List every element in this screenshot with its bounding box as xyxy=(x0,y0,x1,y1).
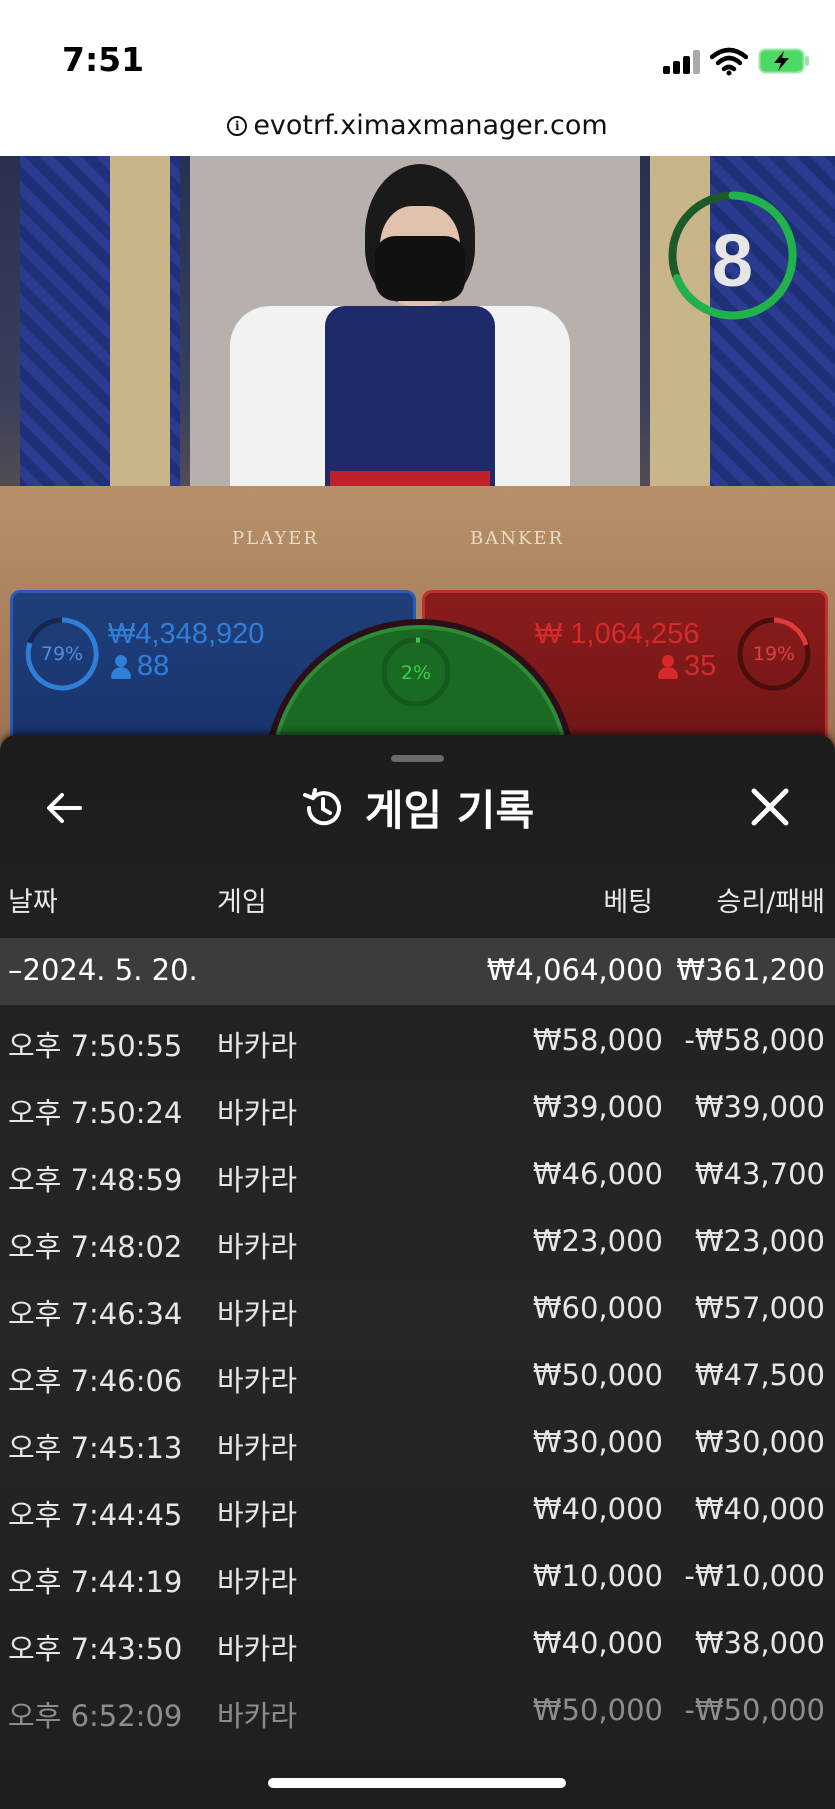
row-game: 바카라 xyxy=(217,1029,298,1063)
url-text: evotrf.ximaxmanager.com xyxy=(253,110,608,141)
row-result: ₩30,000 xyxy=(694,1425,825,1459)
row-result: ₩40,000 xyxy=(694,1492,825,1526)
player-count: 88 xyxy=(111,650,169,683)
column-header-result: 승리/패배 xyxy=(716,887,825,918)
close-icon[interactable] xyxy=(744,781,796,833)
battery-charging-icon xyxy=(758,48,809,74)
status-time: 7:51 xyxy=(62,40,145,79)
row-game: 바카라 xyxy=(217,1565,298,1599)
row-bet: ₩40,000 xyxy=(532,1492,663,1526)
history-row[interactable]: 오후 7:44:19 바카라 ₩10,000 -₩10,000 xyxy=(0,1541,835,1608)
row-time: 오후 7:43:50 xyxy=(8,1632,183,1666)
row-bet: ₩30,000 xyxy=(532,1425,663,1459)
game-history-sheet: 게임 기록 날짜 게임 베팅 승리/패배 –2024. 5. 20. ₩4,06… xyxy=(0,735,835,1809)
row-game: 바카라 xyxy=(217,1163,298,1197)
player-amount: ₩4,348,920 xyxy=(108,618,265,650)
row-result: ₩47,500 xyxy=(694,1358,825,1392)
column-header-bet: 베팅 xyxy=(603,887,653,918)
row-bet: ₩50,000 xyxy=(532,1358,663,1392)
history-icon xyxy=(302,787,341,825)
row-bet: ₩58,000 xyxy=(532,1023,663,1057)
row-bet: ₩39,000 xyxy=(532,1090,663,1124)
url-bar[interactable]: i evotrf.ximaxmanager.com xyxy=(0,100,835,156)
history-row[interactable]: 오후 7:45:13 바카라 ₩30,000 ₩30,000 xyxy=(0,1407,835,1474)
player-percent: 79% xyxy=(40,643,84,665)
column-header-game: 게임 xyxy=(217,887,267,918)
history-row[interactable]: 오후 7:48:02 바카라 ₩23,000 ₩23,000 xyxy=(0,1206,835,1273)
felt-label-banker: BANKER xyxy=(470,528,565,549)
info-icon[interactable]: i xyxy=(227,115,248,136)
row-result: -₩58,000 xyxy=(684,1023,825,1057)
row-bet: ₩10,000 xyxy=(532,1559,663,1593)
dealer-mask xyxy=(375,236,465,301)
history-row[interactable]: 오후 7:43:50 바카라 ₩40,000 ₩38,000 xyxy=(0,1608,835,1675)
history-row[interactable]: 오후 7:50:55 바카라 ₩58,000 -₩58,000 xyxy=(0,1005,835,1072)
date-group-row[interactable]: –2024. 5. 20. ₩4,064,000 ₩361,200 xyxy=(0,938,835,1005)
row-result: -₩50,000 xyxy=(684,1693,825,1727)
row-game: 바카라 xyxy=(217,1699,298,1733)
date-group-result: ₩361,200 xyxy=(676,953,825,987)
row-time: 오후 7:46:06 xyxy=(8,1364,183,1398)
history-row[interactable]: 오후 7:46:34 바카라 ₩60,000 ₩57,000 xyxy=(0,1273,835,1340)
history-rows: 오후 7:50:55 바카라 ₩58,000 -₩58,000 오후 7:50:… xyxy=(0,1005,835,1742)
person-icon xyxy=(658,654,678,679)
row-time: 오후 7:50:55 xyxy=(8,1029,183,1063)
cellular-signal-icon xyxy=(663,50,701,74)
row-time: 오후 7:46:34 xyxy=(8,1297,183,1331)
date-group-label: –2024. 5. 20. xyxy=(8,953,198,987)
banker-percent: 19% xyxy=(752,643,796,665)
row-time: 오후 7:44:45 xyxy=(8,1498,183,1532)
page: 7:51 i evotrf.ximaxmanager.com PLAYER BA… xyxy=(0,0,835,1809)
row-bet: ₩46,000 xyxy=(532,1157,663,1191)
tie-percent: 2% xyxy=(400,662,432,684)
banker-count: 35 xyxy=(658,650,716,683)
date-group-bet: ₩4,064,000 xyxy=(486,953,663,987)
row-time: 오후 7:44:19 xyxy=(8,1565,183,1599)
banker-amount: ₩ 1,064,256 xyxy=(535,618,700,650)
row-game: 바카라 xyxy=(217,1096,298,1130)
row-bet: ₩50,000 xyxy=(532,1693,663,1727)
history-row[interactable]: 오후 7:48:59 바카라 ₩46,000 ₩43,700 xyxy=(0,1139,835,1206)
row-time: 오후 7:50:24 xyxy=(8,1096,183,1130)
history-row[interactable]: 오후 7:44:45 바카라 ₩40,000 ₩40,000 xyxy=(0,1474,835,1541)
row-bet: ₩40,000 xyxy=(532,1626,663,1660)
row-time: 오후 7:45:13 xyxy=(8,1431,183,1465)
history-row[interactable]: 오후 7:50:24 바카라 ₩39,000 ₩39,000 xyxy=(0,1072,835,1139)
banker-count-value: 35 xyxy=(684,650,717,682)
row-result: ₩57,000 xyxy=(694,1291,825,1325)
person-icon xyxy=(111,654,131,679)
row-bet: ₩23,000 xyxy=(532,1224,663,1258)
row-game: 바카라 xyxy=(217,1230,298,1264)
wifi-icon xyxy=(710,47,748,76)
sheet-header: 게임 기록 xyxy=(0,777,835,838)
row-result: ₩38,000 xyxy=(694,1626,825,1660)
row-game: 바카라 xyxy=(217,1297,298,1331)
row-bet: ₩60,000 xyxy=(532,1291,663,1325)
sheet-drag-handle[interactable] xyxy=(391,755,444,762)
home-indicator[interactable] xyxy=(268,1778,566,1788)
row-time: 오후 7:48:59 xyxy=(8,1163,183,1197)
row-game: 바카라 xyxy=(217,1431,298,1465)
row-result: ₩43,700 xyxy=(694,1157,825,1191)
row-result: -₩10,000 xyxy=(684,1559,825,1593)
status-bar: 7:51 xyxy=(0,0,835,100)
row-time: 오후 7:48:02 xyxy=(8,1230,183,1264)
row-time: 오후 6:52:09 xyxy=(8,1699,183,1733)
row-game: 바카라 xyxy=(217,1364,298,1398)
felt-label-player: PLAYER xyxy=(232,528,319,549)
row-game: 바카라 xyxy=(217,1632,298,1666)
countdown-number: 8 xyxy=(711,219,754,302)
row-result: ₩39,000 xyxy=(694,1090,825,1124)
row-game: 바카라 xyxy=(217,1498,298,1532)
column-header-date: 날짜 xyxy=(8,887,58,918)
history-row[interactable]: 오후 7:46:06 바카라 ₩50,000 ₩47,500 xyxy=(0,1340,835,1407)
row-result: ₩23,000 xyxy=(694,1224,825,1258)
sheet-title: 게임 기록 xyxy=(364,786,535,835)
player-count-value: 88 xyxy=(137,650,170,682)
history-row[interactable]: 오후 6:52:09 바카라 ₩50,000 -₩50,000 xyxy=(0,1675,835,1742)
